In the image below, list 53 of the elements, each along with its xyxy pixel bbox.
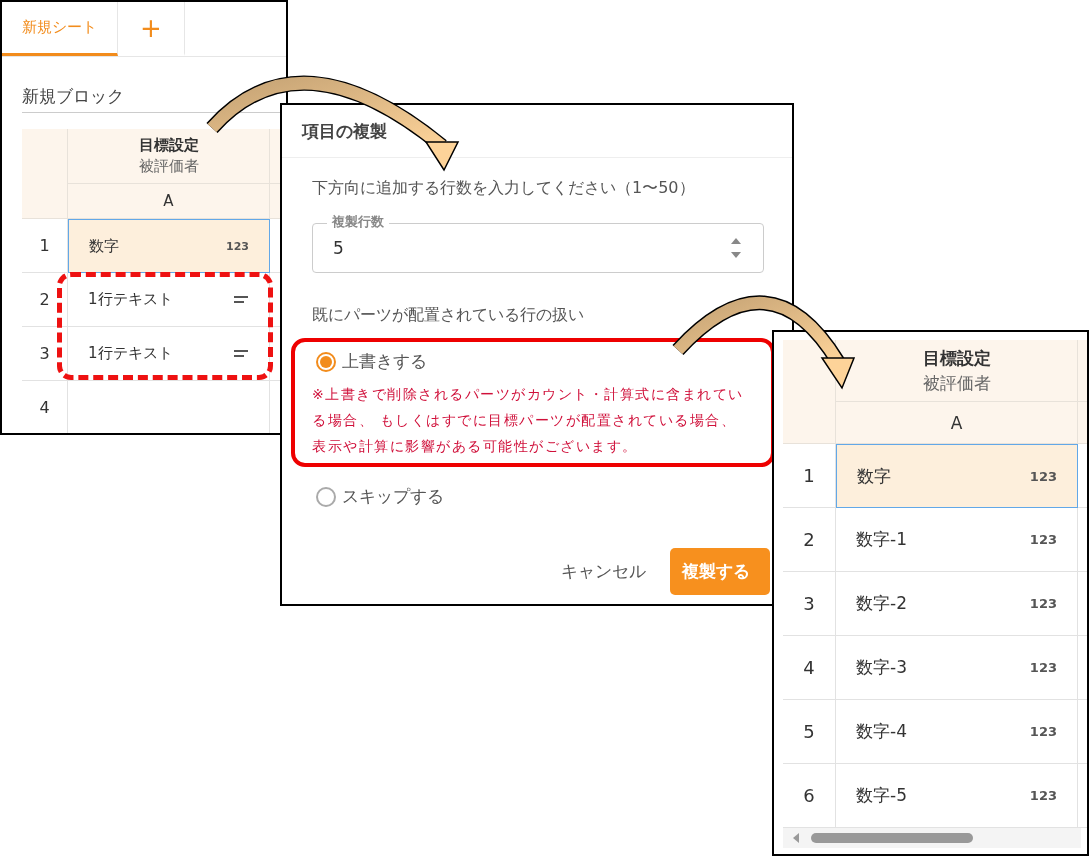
cell-text: 1行テキスト bbox=[88, 290, 173, 309]
cell-text: 数字-3 bbox=[856, 656, 907, 679]
number-type-label: 123 bbox=[1029, 660, 1057, 675]
header-title: 目標設定 bbox=[138, 136, 199, 155]
cancel-button[interactable]: キャンセル bbox=[557, 552, 650, 591]
horizontal-scrollbar[interactable] bbox=[783, 828, 1081, 848]
number-type-label: 123 bbox=[1029, 788, 1057, 803]
table-cell[interactable]: 数字-4 123 bbox=[836, 700, 1078, 764]
dialog-title: 項目の複製 bbox=[302, 119, 387, 143]
row-number: 2 bbox=[22, 273, 68, 327]
table-cell[interactable]: 1行テキスト bbox=[68, 273, 270, 327]
cell-text: 数字 bbox=[857, 464, 891, 488]
radio-button[interactable] bbox=[316, 486, 336, 507]
header-title: 目標設定 bbox=[922, 346, 991, 370]
text-lines-icon bbox=[233, 295, 249, 304]
header-subtitle: 被評価者 bbox=[138, 157, 199, 176]
row-number: 4 bbox=[22, 381, 68, 433]
number-type-label: 123 bbox=[1029, 468, 1057, 484]
radio-button[interactable] bbox=[316, 351, 336, 372]
number-type-label: 123 bbox=[1029, 724, 1057, 739]
scroll-left-icon[interactable] bbox=[791, 832, 801, 844]
row-number: 3 bbox=[22, 327, 68, 381]
scrollbar-thumb[interactable] bbox=[811, 833, 973, 843]
cell-text: 数字 bbox=[89, 236, 119, 256]
table-cell[interactable]: 数字-1 123 bbox=[836, 508, 1078, 572]
cell-text: 数字-2 bbox=[856, 592, 907, 615]
table-cell[interactable]: 数字 123 bbox=[68, 219, 270, 273]
cell-text: 1行テキスト bbox=[88, 344, 173, 363]
table-cell[interactable]: 数字-3 123 bbox=[836, 636, 1078, 700]
header-cell bbox=[1078, 402, 1087, 444]
option-label[interactable]: スキップする bbox=[342, 485, 444, 508]
cell-text: 数字-5 bbox=[856, 784, 907, 807]
header-subtitle: 被評価者 bbox=[922, 371, 991, 395]
row-number: 5 bbox=[783, 700, 836, 764]
prompt-text: 下方向に追加する行数を入力してください（1〜50） bbox=[312, 178, 696, 199]
row-number: 4 bbox=[783, 636, 836, 700]
column-letter: A bbox=[68, 184, 270, 219]
text-lines-icon bbox=[233, 349, 249, 358]
number-type-label: 123 bbox=[1029, 532, 1057, 547]
option-label[interactable]: 上書きする bbox=[342, 350, 427, 373]
table-cell[interactable]: 1行テキスト bbox=[68, 327, 270, 381]
table-cell[interactable]: 数字 123 bbox=[836, 444, 1078, 508]
table-cell[interactable]: 数字-2 123 bbox=[836, 572, 1078, 636]
row-number: 2 bbox=[783, 508, 836, 572]
section-label: 既にパーツが配置されている行の扱い bbox=[312, 305, 585, 326]
column-letter: A bbox=[836, 402, 1078, 444]
warning-text: ※上書きで削除されるパーツがカウント・計算式に含まれている場合、 もしくはすでに目標パーツが配置されている場合、表示や計算に影響がある可能性がございます。 bbox=[312, 385, 745, 456]
number-type-label: 123 bbox=[226, 239, 249, 253]
number-type-label: 123 bbox=[1029, 596, 1057, 611]
row-number: 3 bbox=[783, 572, 836, 636]
cell-text: 数字-1 bbox=[856, 528, 907, 551]
field-label: 複製行数 bbox=[327, 213, 389, 231]
cell-text: 数字-4 bbox=[856, 720, 907, 743]
